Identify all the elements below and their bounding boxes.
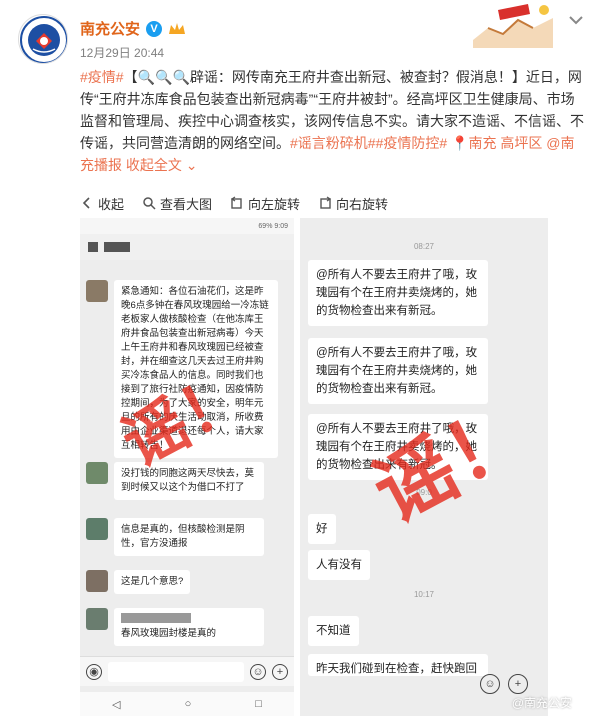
chat-message: 人有没有: [308, 550, 370, 580]
rotate-left-icon: [230, 196, 242, 209]
hashtag-epidemic[interactable]: #疫情#: [80, 69, 124, 85]
emoji-icon[interactable]: ☺: [250, 663, 266, 680]
chat-message: 好: [308, 514, 336, 544]
phone-nav-bar: ◁ ○ □: [80, 692, 294, 716]
message-bubble: 没打钱的同胞这两天尽快去，莫到时候又以这个为借口不打了: [114, 462, 264, 500]
chat-message: 不知道: [308, 616, 359, 646]
location-text: 南充 高坪区: [468, 135, 543, 151]
police-badge-icon: [20, 16, 67, 63]
avatar: [86, 608, 108, 630]
voice-icon[interactable]: ◉: [86, 663, 102, 680]
blurred-chat-title: [104, 242, 130, 252]
chat-input-bar: ◉ ☺ +: [80, 656, 294, 686]
collapse-image-button[interactable]: 收起: [80, 194, 124, 213]
post-time[interactable]: 12月29日 20:44: [80, 44, 164, 61]
view-large-label: 查看大图: [160, 196, 213, 212]
rotate-right-button[interactable]: 向右旋转: [318, 194, 388, 213]
home-circle-icon[interactable]: ○: [185, 698, 192, 710]
watermark: @南充公安: [511, 696, 572, 710]
chat-timestamp: 08:27: [413, 242, 435, 251]
username-row: 南充公安 V: [80, 18, 186, 39]
avatar: [86, 462, 108, 484]
magnifier-icon: [143, 197, 156, 210]
location-link[interactable]: 📍南充 高坪区: [451, 135, 542, 151]
view-large-button[interactable]: 查看大图: [142, 194, 212, 213]
message-bubble: 不知道: [308, 616, 359, 646]
image-toolbar: 收起 查看大图 向左旋转 向右旋转: [80, 192, 580, 214]
phone-status-bar: 69% 9:09: [80, 218, 294, 234]
rotate-left-label: 向左旋转: [248, 196, 301, 212]
message-text: 春风玫瑰园封楼是真的: [121, 628, 217, 639]
message-bubble: 好: [308, 514, 336, 544]
plus-icon[interactable]: +: [272, 663, 288, 680]
message-bubble: 春风玫瑰园封楼是真的: [114, 608, 264, 646]
collapse-image-label: 收起: [98, 196, 125, 212]
chat-actions: ☺ +: [480, 674, 528, 694]
chat-input[interactable]: [108, 661, 244, 682]
bracket-open: 【: [123, 69, 138, 85]
recent-square-icon[interactable]: □: [255, 698, 262, 710]
rotate-left-button[interactable]: 向左旋转: [230, 194, 300, 213]
rotate-right-label: 向右旋转: [336, 196, 389, 212]
message-bubble: 人有没有: [308, 550, 370, 580]
emoji-icon[interactable]: ☺: [480, 674, 500, 694]
member-crown-icon: [169, 22, 186, 34]
message-bubble: 这是几个意思?: [114, 570, 191, 594]
account-name[interactable]: 南充公安: [80, 18, 140, 39]
great-wall-banner-icon: [468, 0, 558, 48]
back-triangle-icon[interactable]: ◁: [112, 698, 120, 711]
chat-screenshot-left[interactable]: 69% 9:09 紧急通知：各位石油花们，这是昨晚6点多钟在春风玫瑰园给一冷冻链…: [80, 218, 294, 716]
avatar: [86, 280, 108, 302]
message-bubble: @所有人不要去王府井了哦，玫瑰园有个在王府井卖烧烤的，她的货物检查出来有新冠。: [308, 260, 488, 326]
plus-icon[interactable]: +: [508, 674, 528, 694]
blurred-back: [88, 242, 98, 252]
hashtag-rumor-crusher[interactable]: #谣言粉碎机#: [290, 135, 376, 151]
chat-message: 这是几个意思?: [86, 570, 191, 594]
arrow-left-icon: [82, 197, 90, 209]
hashtag-epidemic-control[interactable]: #疫情防控#: [376, 135, 448, 151]
chat-message: @所有人不要去王府井了哦，玫瑰园有个在王府井卖烧烤的，她的货物检查出来有新冠。: [308, 260, 488, 326]
avatar[interactable]: [18, 14, 68, 64]
avatar: [86, 518, 108, 540]
verified-icon: V: [146, 20, 163, 37]
battery-time: 69% 9:09: [258, 222, 288, 230]
post-body: #疫情#【🔍🔍🔍辟谣：网传南充王府井查出新冠、被查封？假消息！】近日，网传“王府…: [80, 66, 584, 176]
blurred-text: [121, 613, 191, 623]
chat-topbar: [80, 234, 294, 260]
avatar: [86, 570, 108, 592]
search-emoji: 🔍🔍🔍: [137, 69, 190, 85]
message-bubble: 昨天我们碰到在检查，赶快跑回: [308, 654, 488, 676]
chevron-down-icon[interactable]: [566, 10, 586, 30]
chat-message: 昨天我们碰到在检查，赶快跑回: [308, 654, 488, 676]
chat-message: 春风玫瑰园封楼是真的: [86, 608, 264, 646]
weibo-post: 南充公安 V 12月29日 20:44 #疫情#【🔍🔍🔍辟谣：网传南充王府井查出…: [0, 0, 600, 716]
chat-screenshot-right[interactable]: 08:27 @所有人不要去王府井了哦，玫瑰园有个在王府井卖烧烤的，她的货物检查出…: [300, 218, 548, 716]
collapse-full-text-link[interactable]: 收起全文: [126, 157, 182, 173]
chat-message: 信息是真的，但核酸检测是阴性，官方没通报: [86, 518, 264, 556]
collapse-chevron-icon[interactable]: ⌄: [186, 157, 198, 173]
message-bubble: 信息是真的，但核酸检测是阴性，官方没通报: [114, 518, 264, 556]
rotate-right-icon: [320, 196, 332, 209]
location-pin-icon: 📍: [451, 135, 469, 151]
chat-timestamp: 10:17: [413, 590, 435, 599]
